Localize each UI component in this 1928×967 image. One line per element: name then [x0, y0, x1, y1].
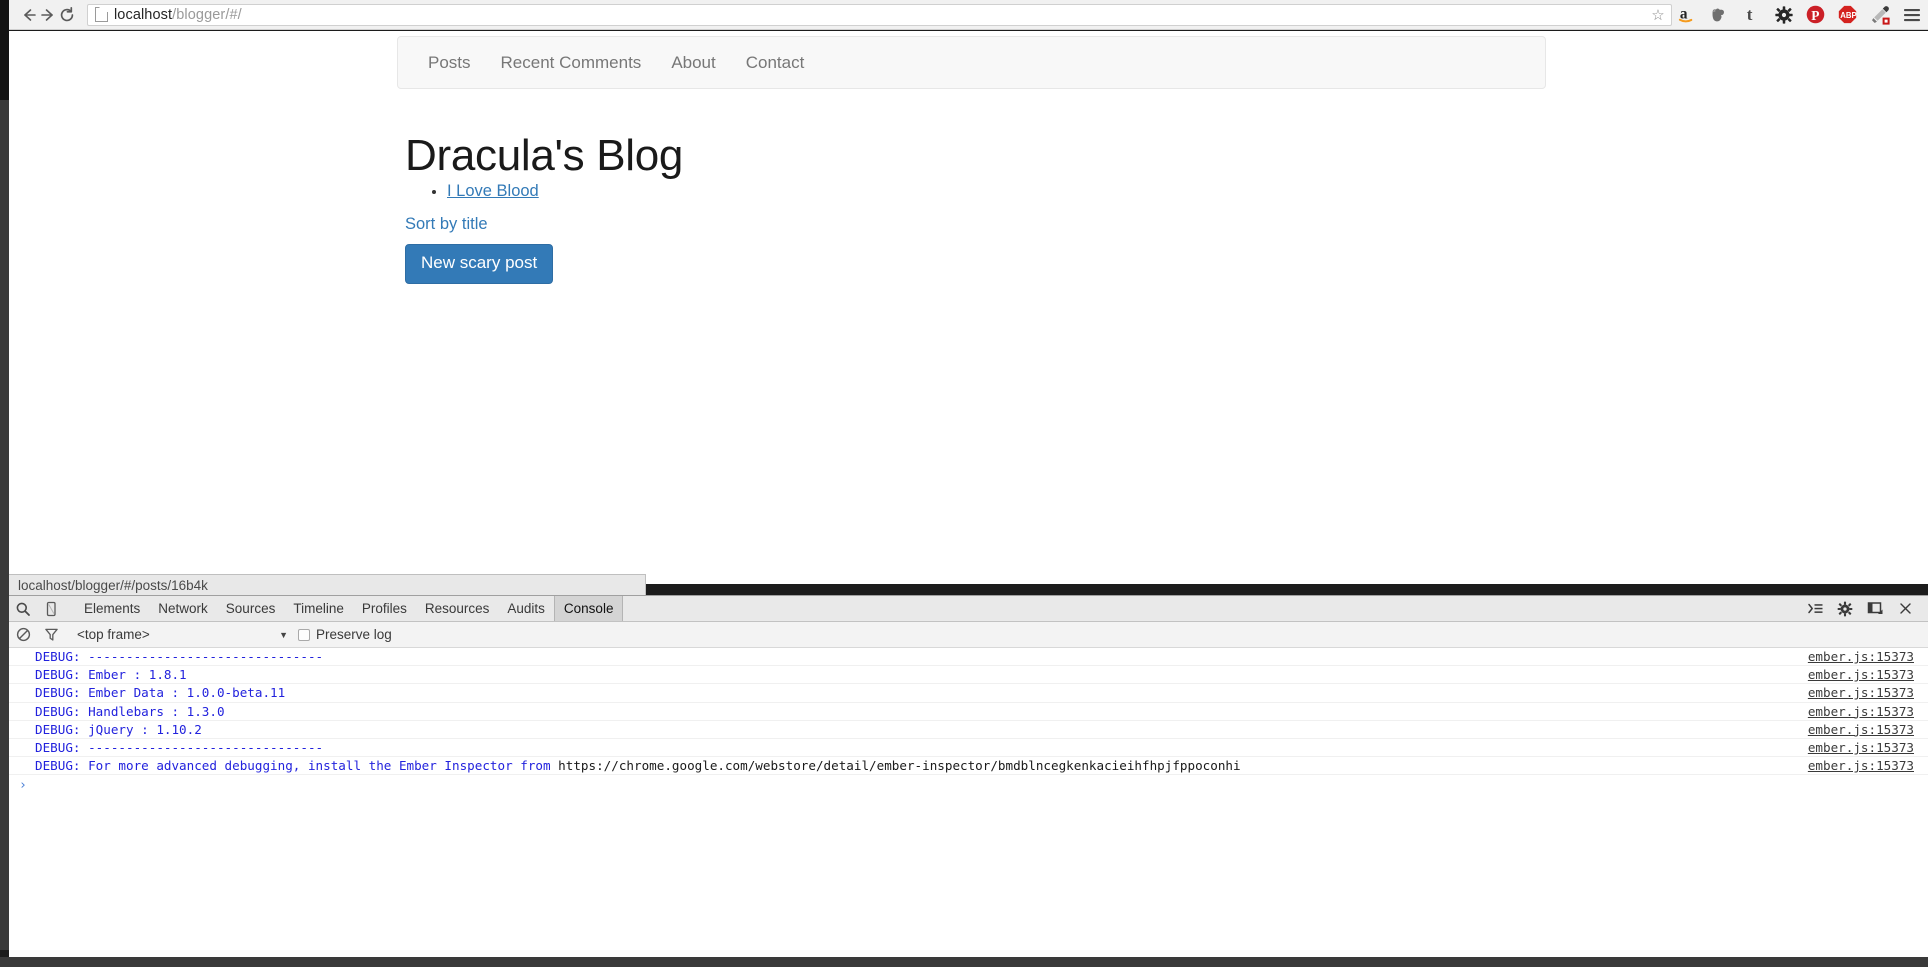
browser-window: localhost/blogger/#/ ☆ a t	[0, 0, 1928, 967]
devtools-settings-gear-icon[interactable]	[1830, 596, 1860, 622]
console-source-link[interactable]: ember.js:15373	[1808, 721, 1914, 739]
console-message-url: https://chrome.google.com/webstore/detai…	[558, 758, 1240, 773]
site-navbar: Posts Recent Comments About Contact	[397, 36, 1546, 89]
preserve-log-toggle[interactable]: Preserve log	[298, 627, 392, 642]
adblock-plus-extension-icon[interactable]: ABP	[1832, 0, 1864, 30]
console-row: DEBUG: jQuery : 1.10.2 ember.js:15373	[9, 721, 1928, 739]
console-message-list: DEBUG: ------------------------------- e…	[9, 648, 1928, 797]
forward-arrow-icon[interactable]	[38, 0, 57, 30]
chevron-down-icon: ▼	[279, 630, 288, 640]
bookmark-star-icon[interactable]: ☆	[1649, 7, 1667, 25]
svg-text:ABP: ABP	[1841, 11, 1858, 20]
console-source-link[interactable]: ember.js:15373	[1808, 666, 1914, 684]
console-row: DEBUG: Ember Data : 1.0.0-beta.11 ember.…	[9, 684, 1928, 702]
sort-by-title-link[interactable]: Sort by title	[405, 215, 488, 234]
list-item: I Love Blood	[447, 179, 539, 204]
window-left-edge	[0, 100, 9, 950]
tab-bar-separator	[65, 596, 75, 621]
page-document-icon	[95, 7, 108, 22]
tab-elements[interactable]: Elements	[75, 596, 149, 621]
reload-icon[interactable]	[58, 0, 77, 30]
nav-link-contact[interactable]: Contact	[731, 53, 820, 73]
console-source-link[interactable]: ember.js:15373	[1808, 739, 1914, 757]
toggle-drawer-icon[interactable]	[1800, 596, 1830, 622]
address-bar[interactable]: localhost/blogger/#/ ☆	[87, 4, 1672, 26]
hamburger-menu-icon[interactable]	[1896, 0, 1928, 30]
status-bar-url: localhost/blogger/#/posts/16b4k	[9, 574, 646, 595]
console-source-link[interactable]: ember.js:15373	[1808, 757, 1914, 775]
preserve-log-checkbox[interactable]	[298, 629, 310, 641]
colorzilla-eyedropper-extension-icon[interactable]	[1864, 0, 1896, 30]
svg-text:P: P	[1812, 8, 1820, 23]
execution-context-label: <top frame>	[77, 627, 150, 642]
navbar-links: Posts Recent Comments About Contact	[398, 37, 1545, 88]
nav-link-posts[interactable]: Posts	[413, 53, 486, 73]
console-source-link[interactable]: ember.js:15373	[1808, 648, 1914, 666]
console-message-text: DEBUG: Ember Data : 1.0.0-beta.11	[35, 685, 285, 700]
console-message-text: DEBUG: Handlebars : 1.3.0	[35, 704, 225, 719]
tumblr-extension-icon[interactable]: t	[1736, 0, 1768, 30]
svg-text:t: t	[1747, 5, 1753, 24]
settings-extension-icon[interactable]	[1768, 0, 1800, 30]
devtools-tab-bar: Elements Network Sources Timeline Profil…	[9, 596, 1928, 622]
tab-sources[interactable]: Sources	[217, 596, 285, 621]
browser-toolbar: localhost/blogger/#/ ☆ a t	[9, 0, 1928, 30]
pinterest-extension-icon[interactable]: P	[1800, 0, 1832, 30]
new-scary-post-button[interactable]: New scary post	[405, 244, 553, 284]
tab-console[interactable]: Console	[554, 596, 624, 621]
close-devtools-icon[interactable]	[1890, 596, 1920, 622]
console-message-text: DEBUG: For more advanced debugging, inst…	[35, 758, 558, 773]
page-title: Dracula's Blog	[405, 131, 683, 181]
console-message-text: DEBUG: -------------------------------	[35, 740, 323, 755]
console-source-link[interactable]: ember.js:15373	[1808, 684, 1914, 702]
console-row: DEBUG: Ember : 1.8.1 ember.js:15373	[9, 666, 1928, 684]
device-toolbar-icon[interactable]	[37, 596, 65, 621]
tab-audits[interactable]: Audits	[498, 596, 554, 621]
tab-profiles[interactable]: Profiles	[353, 596, 416, 621]
nav-link-about[interactable]: About	[656, 53, 730, 73]
dock-position-icon[interactable]	[1860, 596, 1890, 622]
address-bar-url: localhost/blogger/#/	[114, 7, 242, 23]
console-row: DEBUG: ------------------------------- e…	[9, 739, 1928, 757]
console-message-text: DEBUG: -------------------------------	[35, 649, 323, 664]
window-left-edge-top	[0, 0, 9, 100]
post-link-i-love-blood[interactable]: I Love Blood	[447, 182, 539, 200]
window-bottom-edge	[0, 957, 1928, 967]
tab-resources[interactable]: Resources	[416, 596, 499, 621]
back-arrow-icon[interactable]	[19, 0, 38, 30]
console-toolbar: <top frame> ▼ Preserve log	[9, 622, 1928, 648]
evernote-extension-icon[interactable]	[1704, 0, 1736, 30]
tab-timeline[interactable]: Timeline	[284, 596, 353, 621]
devtools-toolbar-right	[1800, 596, 1928, 621]
page-viewport: Posts Recent Comments About Contact Drac…	[9, 31, 1928, 584]
console-message-text: DEBUG: Ember : 1.8.1	[35, 667, 187, 682]
console-row: DEBUG: For more advanced debugging, inst…	[9, 757, 1928, 775]
clear-console-icon[interactable]	[9, 622, 37, 648]
execution-context-selector[interactable]: <top frame> ▼	[77, 627, 292, 642]
devtools-panel: Elements Network Sources Timeline Profil…	[9, 595, 1928, 957]
filter-icon[interactable]	[37, 622, 65, 648]
console-input-prompt[interactable]: ›	[9, 775, 1928, 797]
tab-network[interactable]: Network	[149, 596, 217, 621]
nav-link-recent-comments[interactable]: Recent Comments	[486, 53, 657, 73]
preserve-log-label: Preserve log	[316, 627, 392, 642]
console-row: DEBUG: Handlebars : 1.3.0 ember.js:15373	[9, 703, 1928, 721]
console-source-link[interactable]: ember.js:15373	[1808, 703, 1914, 721]
console-row: DEBUG: ------------------------------- e…	[9, 648, 1928, 666]
console-message-text: DEBUG: jQuery : 1.10.2	[35, 722, 202, 737]
inspect-magnifier-icon[interactable]	[9, 596, 37, 621]
blog-page: Posts Recent Comments About Contact Drac…	[9, 31, 1928, 584]
address-bar-path: /blogger/#/	[172, 7, 242, 23]
amazon-extension-icon[interactable]: a	[1672, 0, 1704, 30]
post-list: I Love Blood	[405, 179, 539, 204]
address-bar-host: localhost	[114, 7, 172, 23]
